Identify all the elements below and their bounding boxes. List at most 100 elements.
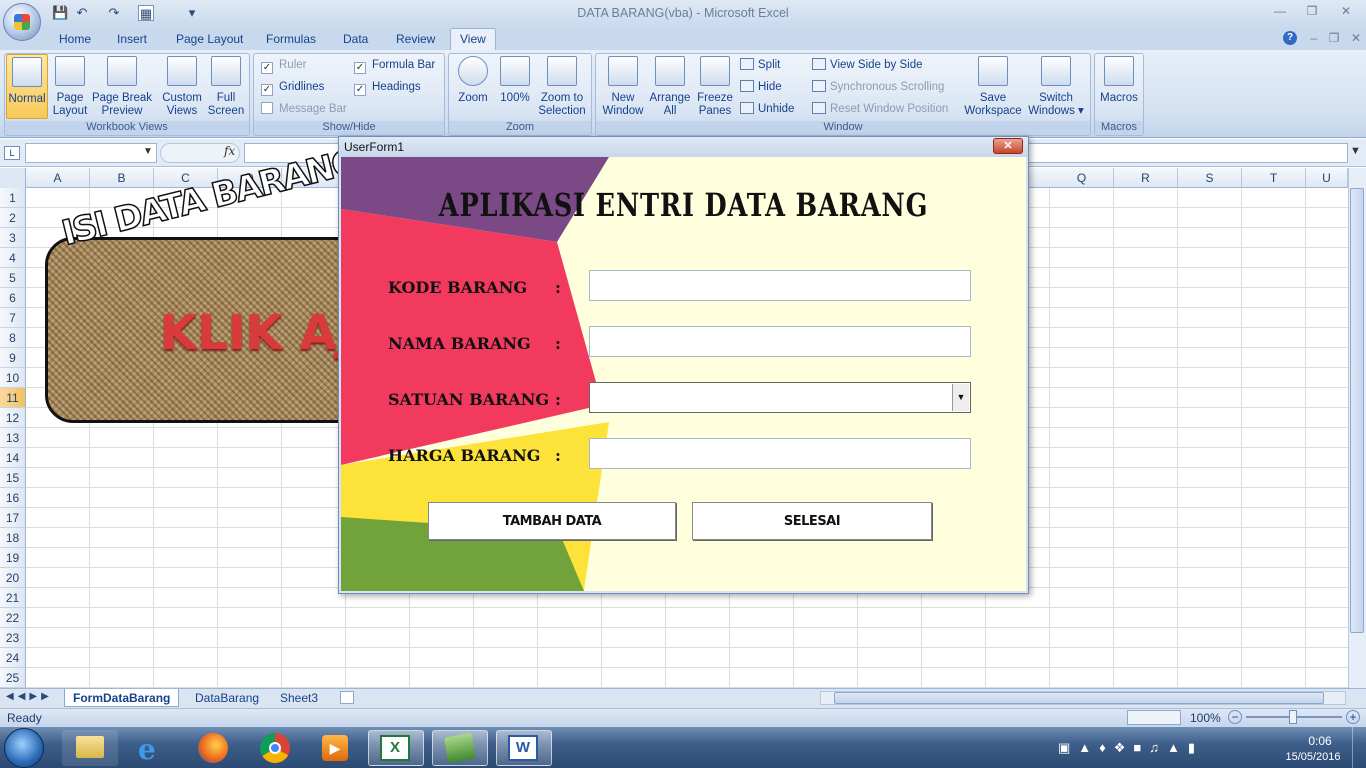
userform-close-button[interactable]: ✕: [993, 138, 1023, 154]
select-all-icon[interactable]: L: [4, 146, 20, 160]
zoom-100-button[interactable]: 100%: [496, 56, 534, 105]
formula-bar-checkbox[interactable]: ✓ Formula Bar: [354, 57, 435, 74]
column-header[interactable]: T: [1242, 168, 1306, 188]
synchronous-scrolling-button[interactable]: Synchronous Scrolling: [812, 79, 944, 95]
row-header[interactable]: 17: [0, 508, 26, 528]
minimize-icon[interactable]: —: [1268, 4, 1292, 20]
column-header[interactable]: U: [1306, 168, 1348, 188]
system-tray-icons[interactable]: ▣▲♦❖■♫▲▮: [1058, 740, 1278, 756]
nama-barang-input[interactable]: [589, 326, 971, 357]
expand-formula-icon[interactable]: ▼: [1350, 145, 1361, 157]
corner-select-all[interactable]: [0, 168, 26, 188]
row-header[interactable]: 13: [0, 428, 26, 448]
fx-icon[interactable]: fx: [224, 144, 235, 158]
row-header[interactable]: 19: [0, 548, 26, 568]
message-bar-checkbox[interactable]: Message Bar: [261, 101, 347, 117]
tab-review[interactable]: Review: [396, 32, 435, 50]
view-side-by-side-button[interactable]: View Side by Side: [812, 57, 922, 73]
close-icon[interactable]: ✕: [1334, 4, 1358, 20]
row-header[interactable]: 8: [0, 328, 26, 348]
tambah-data-button[interactable]: TAMBAH DATA: [428, 502, 676, 540]
switch-windows-button[interactable]: Switch Windows ▾: [1024, 56, 1088, 118]
horizontal-scroll-thumb[interactable]: [834, 692, 1324, 704]
name-box[interactable]: [25, 143, 157, 163]
harga-barang-input[interactable]: [589, 438, 971, 469]
combobox-dropdown-icon[interactable]: ▼: [952, 384, 969, 411]
tab-page-layout[interactable]: Page Layout: [176, 32, 243, 50]
row-header[interactable]: 6: [0, 288, 26, 308]
sheet-tab-formdatabarang[interactable]: FormDataBarang: [64, 689, 180, 707]
row-header[interactable]: 18: [0, 528, 26, 548]
tab-formulas[interactable]: Formulas: [266, 32, 316, 50]
kode-barang-input[interactable]: [589, 270, 971, 301]
ruler-checkbox[interactable]: ✓ Ruler: [261, 57, 306, 74]
zoom-level[interactable]: 100%: [1190, 711, 1221, 725]
normal-view-button[interactable]: Normal: [6, 54, 48, 119]
row-header[interactable]: 11: [0, 388, 26, 408]
zoom-in-icon[interactable]: +: [1346, 710, 1360, 724]
office-button[interactable]: [3, 3, 41, 41]
row-header[interactable]: 3: [0, 228, 26, 248]
selesai-button[interactable]: SELESAI: [692, 502, 932, 540]
save-workspace-button[interactable]: Save Workspace: [962, 56, 1024, 118]
row-header[interactable]: 14: [0, 448, 26, 468]
row-header[interactable]: 25: [0, 668, 26, 688]
row-header[interactable]: 1: [0, 188, 26, 208]
new-window-button[interactable]: New Window: [598, 56, 648, 118]
row-header[interactable]: 2: [0, 208, 26, 228]
row-header[interactable]: 21: [0, 588, 26, 608]
vertical-scroll-thumb[interactable]: [1350, 188, 1364, 633]
gridlines-checkbox[interactable]: ✓ Gridlines: [261, 79, 324, 96]
userform-titlebar[interactable]: [339, 137, 1028, 157]
start-button[interactable]: [4, 728, 44, 768]
satuan-barang-combobox[interactable]: [589, 382, 971, 413]
tab-data[interactable]: Data: [343, 32, 368, 50]
sheet-tab-sheet3[interactable]: Sheet3: [272, 689, 326, 707]
tab-insert[interactable]: Insert: [117, 32, 147, 50]
row-header[interactable]: 24: [0, 648, 26, 668]
row-header[interactable]: 10: [0, 368, 26, 388]
zoom-button[interactable]: Zoom: [455, 56, 491, 105]
column-header[interactable]: R: [1114, 168, 1178, 188]
zoom-slider-thumb[interactable]: [1289, 710, 1297, 724]
hide-button[interactable]: Hide: [740, 79, 782, 95]
column-header[interactable]: B: [90, 168, 154, 188]
row-header[interactable]: 20: [0, 568, 26, 588]
show-desktop-button[interactable]: [1352, 727, 1366, 768]
freeze-panes-button[interactable]: Freeze Panes: [694, 56, 736, 118]
restore-icon[interactable]: ❐: [1300, 4, 1324, 20]
row-header[interactable]: 15: [0, 468, 26, 488]
headings-checkbox[interactable]: ✓ Headings: [354, 79, 421, 96]
row-header[interactable]: 5: [0, 268, 26, 288]
page-layout-view-button[interactable]: Page Layout: [52, 56, 88, 118]
clock-date[interactable]: 15/05/2016: [1280, 751, 1346, 763]
column-header[interactable]: Q: [1050, 168, 1114, 188]
sheet-nav-icon[interactable]: ◀◀▶▶: [6, 691, 53, 702]
reset-window-position-button[interactable]: Reset Window Position: [812, 101, 948, 117]
row-header[interactable]: 9: [0, 348, 26, 368]
macros-button[interactable]: Macros: [1097, 56, 1141, 105]
row-header[interactable]: 22: [0, 608, 26, 628]
sheet-tab-databarang[interactable]: DataBarang: [187, 689, 267, 707]
arrange-all-button[interactable]: Arrange All: [648, 56, 692, 118]
full-screen-button[interactable]: Full Screen: [206, 56, 246, 118]
custom-views-button[interactable]: Custom Views: [160, 56, 204, 118]
banner-click-text[interactable]: KLIK AJ: [160, 305, 355, 361]
name-box-dropdown-icon[interactable]: ▼: [143, 146, 153, 157]
row-header[interactable]: 23: [0, 628, 26, 648]
row-header[interactable]: 12: [0, 408, 26, 428]
column-header[interactable]: S: [1178, 168, 1242, 188]
wb-restore-icon[interactable]: ❐: [1322, 31, 1346, 47]
row-header[interactable]: 7: [0, 308, 26, 328]
wb-close-icon[interactable]: ✕: [1344, 31, 1366, 47]
zoom-out-icon[interactable]: −: [1228, 710, 1242, 724]
row-header[interactable]: 16: [0, 488, 26, 508]
split-button[interactable]: Split: [740, 57, 780, 73]
clock-time[interactable]: 0:06: [1298, 734, 1342, 748]
column-header[interactable]: A: [26, 168, 90, 188]
help-icon[interactable]: ?: [1283, 31, 1297, 45]
unhide-button[interactable]: Unhide: [740, 101, 794, 117]
tab-home[interactable]: Home: [59, 32, 91, 50]
view-shortcuts[interactable]: [1127, 710, 1181, 725]
zoom-to-selection-button[interactable]: Zoom to Selection: [536, 56, 588, 118]
